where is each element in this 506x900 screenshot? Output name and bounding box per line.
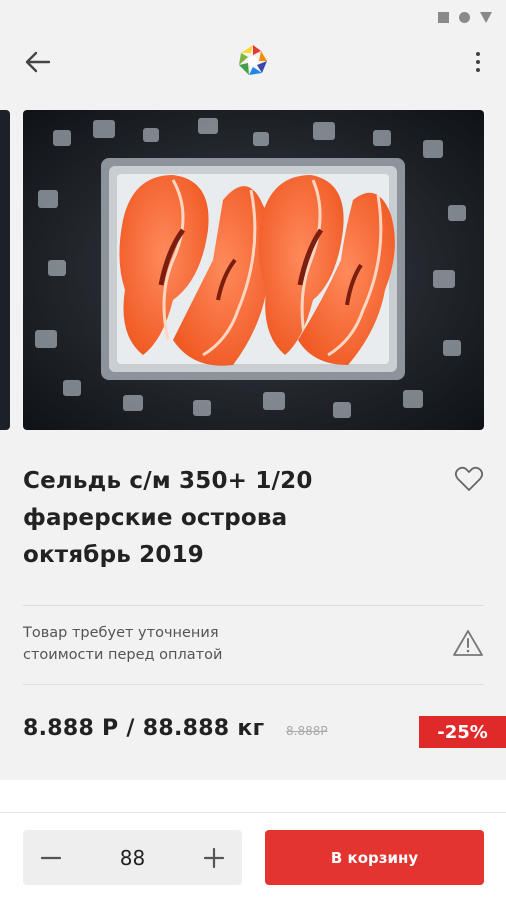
plus-icon [203, 847, 225, 869]
divider [23, 605, 484, 606]
notice-line: Товар требует уточнения [23, 625, 219, 641]
notice-line: стоимости перед оплатой [23, 647, 223, 663]
price-notice: Товар требует уточнения стоимости перед … [23, 622, 403, 666]
image-gallery[interactable] [0, 110, 506, 430]
product-title-line: октябрь 2019 [23, 542, 204, 568]
status-triangle-icon [480, 11, 492, 23]
product-title-line: Сельдь с/м 350+ 1/20 [23, 468, 313, 494]
bottom-divider [0, 812, 506, 813]
back-button[interactable] [20, 46, 56, 78]
more-menu-button[interactable] [466, 46, 490, 78]
discount-badge: -25% [419, 716, 506, 748]
warning-triangle-icon[interactable] [452, 627, 484, 659]
divider [23, 684, 484, 685]
quantity-stepper: 88 [23, 830, 242, 885]
more-vertical-dot [476, 68, 480, 72]
price: 8.888 Р / 88.888 кг [23, 716, 265, 741]
heart-outline-icon [454, 466, 484, 491]
add-to-cart-button[interactable]: В корзину [265, 830, 484, 885]
arrow-left-icon [25, 51, 51, 73]
product-title-line: фарерские острова [23, 505, 288, 531]
old-price: 8.888Р [286, 724, 328, 738]
decrease-quantity-button[interactable] [31, 838, 71, 878]
increase-quantity-button[interactable] [194, 838, 234, 878]
product-image [23, 110, 484, 430]
status-circle-icon [459, 11, 470, 23]
product-title: Сельдь с/м 350+ 1/20 фарерские острова о… [23, 463, 423, 574]
favorite-button[interactable] [454, 465, 484, 495]
previous-slide[interactable] [0, 110, 10, 430]
status-square-icon [438, 11, 449, 23]
app-bar [0, 34, 506, 90]
minus-icon [40, 856, 62, 860]
more-vertical-dot [476, 60, 480, 64]
app-logo [233, 41, 273, 81]
status-bar [0, 0, 506, 34]
quantity-value[interactable]: 88 [83, 830, 182, 885]
more-vertical-icon [476, 52, 480, 56]
